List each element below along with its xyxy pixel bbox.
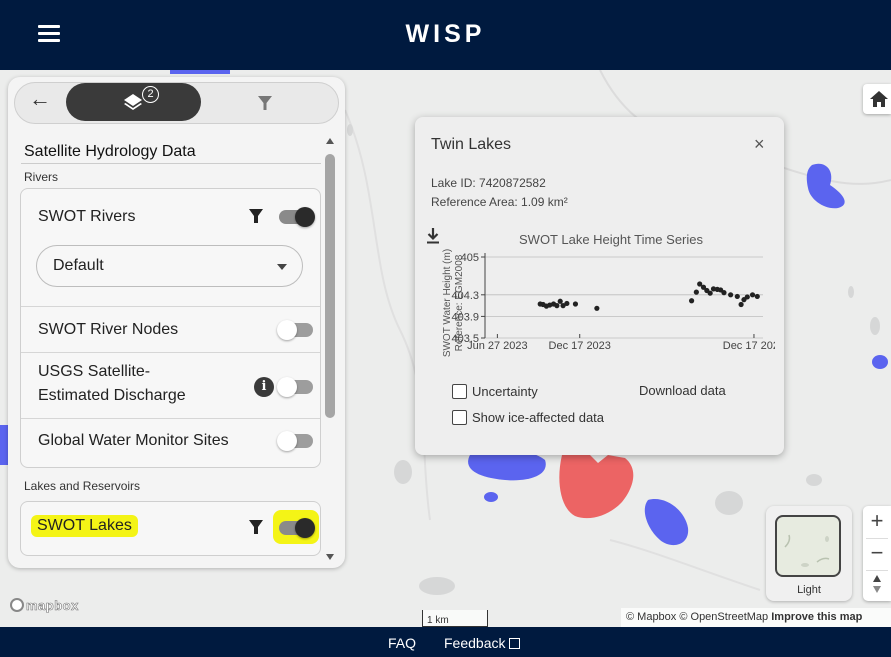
layers-count-badge: 2 [142,86,159,103]
feedback-link[interactable]: Feedback [444,635,521,651]
section-divider [21,163,321,164]
x-tick-label: Jun 27 2023 [467,340,528,352]
map-attribution: © Mapbox © OpenStreetMap Improve this ma… [621,608,891,627]
chevron-down-icon [277,264,287,270]
y-tick-label: 403.9 [451,311,479,323]
uncertainty-label: Uncertainty [472,384,538,399]
info-icon[interactable]: i [254,377,274,397]
improve-map-link[interactable]: Improve this map [771,611,862,623]
home-icon[interactable] [863,84,891,114]
layer-label: SWOT Lakes [31,515,138,537]
list-item: Global Water Monitor Sites [21,419,320,467]
lakes-card: SWOT Lakes [20,501,321,556]
list-item: USGS Satellite- Estimated Discharge i [21,353,320,419]
faq-link[interactable]: FAQ [388,635,416,651]
mapbox-logo[interactable]: mapbox [10,598,79,613]
top-bar: WISP [0,0,891,70]
swot-river-nodes-toggle[interactable] [277,320,313,340]
popup-title: Twin Lakes [431,136,512,153]
filter-icon[interactable] [256,94,274,112]
footer: FAQ Feedback [0,627,891,657]
data-point[interactable] [754,293,760,300]
basemap-label: Light [797,584,821,596]
scroll-down-icon[interactable] [326,554,334,560]
zoom-controls: + − [863,506,891,601]
lakes-label: Lakes and Reservoirs [24,479,141,493]
layer-label: USGS Satellite- [38,363,151,380]
data-point[interactable] [572,301,579,307]
data-point[interactable] [557,298,563,304]
layers-panel: ← 2 Satellite Hydrology Data Rivers SWOT… [8,77,345,568]
tab-layers[interactable]: 2 [66,83,201,121]
back-arrow-icon[interactable]: ← [29,88,51,110]
rivers-label: Rivers [24,170,59,184]
download-data-link[interactable]: Download data [639,383,726,398]
lake-id: Lake ID: 7420872582 [431,176,546,190]
data-point[interactable] [734,293,740,300]
scroll-thumb[interactable] [325,154,335,418]
y-tick-label: 404.3 [451,290,479,302]
data-point[interactable] [688,298,695,304]
layer-label: SWOT River Nodes [38,321,179,338]
scale-bar: 1 km [422,610,488,627]
filter-icon[interactable] [248,519,264,535]
data-point[interactable] [707,290,713,296]
section-title: Satellite Hydrology Data [24,143,196,160]
data-point[interactable] [554,303,560,309]
x-tick-label: Dec 17 2023 [549,340,611,352]
data-point[interactable] [693,289,699,295]
data-point[interactable] [744,294,750,300]
scroll-up-icon[interactable] [326,138,334,144]
height-chart: SWOT Lake Height Time Series SWOT Water … [442,232,775,357]
global-water-monitor-toggle[interactable] [277,431,313,451]
data-point[interactable] [728,292,734,298]
external-link-icon [509,638,521,649]
swot-lakes-toggle[interactable] [279,518,315,538]
data-point[interactable] [738,301,744,308]
x-tick-label: Dec 17 2024 [723,340,775,352]
basemap-switcher[interactable]: Light [766,506,852,601]
list-item: SWOT River Nodes [21,307,320,353]
list-item: SWOT Lakes [21,502,320,555]
usgs-discharge-toggle[interactable] [277,377,313,397]
data-point[interactable] [721,290,727,296]
reference-area: Reference Area: 1.09 km² [431,195,568,209]
list-item: SWOT Rivers Default [21,189,320,307]
data-point[interactable] [749,292,756,298]
river-style-select[interactable]: Default [36,245,303,287]
y-tick-label: 405 [461,252,479,264]
ice-affected-label: Show ice-affected data [472,410,605,425]
app-title: WISP [405,20,486,48]
zoom-out-button[interactable]: − [863,538,891,570]
compass-icon[interactable] [871,573,883,595]
zoom-in-button[interactable]: + [863,506,891,538]
close-icon[interactable]: × [754,134,765,155]
rivers-card: SWOT Rivers Default SWOT River Nodes USG… [20,188,321,468]
ice-affected-checkbox[interactable] [452,410,467,425]
uncertainty-checkbox[interactable] [452,384,467,399]
chart-title: SWOT Lake Height Time Series [519,232,703,247]
panel-scrollbar[interactable] [324,136,336,566]
layers-icon [124,94,142,110]
layer-label: Global Water Monitor Sites [38,432,229,449]
basemap-thumbnail [775,515,841,577]
swot-rivers-toggle[interactable] [279,207,315,227]
lake-popup: Twin Lakes × Lake ID: 7420872582 Referen… [415,117,784,455]
data-point[interactable] [594,305,600,311]
filter-icon[interactable] [248,208,264,224]
mapbox-logo-icon [10,598,24,612]
download-icon[interactable] [425,227,441,245]
data-point[interactable] [564,300,570,307]
layer-label: Estimated Discharge [38,387,186,404]
layer-label: SWOT Rivers [38,208,136,225]
